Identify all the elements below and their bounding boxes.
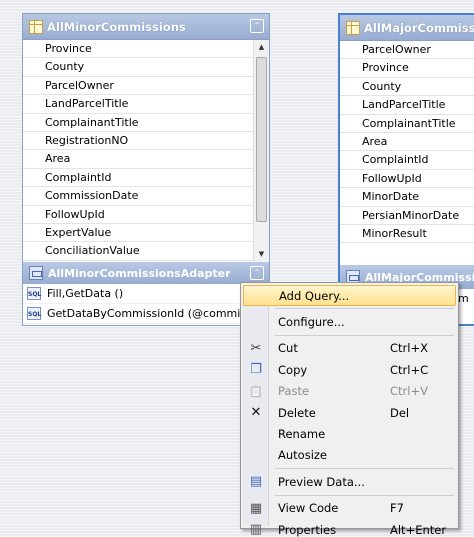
- column-row[interactable]: County: [23, 58, 269, 77]
- column-row[interactable]: ComplainantTitle: [23, 114, 269, 132]
- column-row[interactable]: Area: [340, 133, 474, 152]
- query-row[interactable]: SQL GetDataByCommissionId (@commissi: [23, 304, 269, 324]
- minor-commissions-header[interactable]: AllMinorCommissions ⌃: [23, 14, 269, 39]
- collapse-icon[interactable]: ⌃: [250, 266, 264, 280]
- column-row[interactable]: ParcelOwner: [23, 77, 269, 96]
- scroll-thumb[interactable]: [256, 57, 267, 222]
- menu-item-shortcut: Del: [390, 405, 410, 420]
- menu-item-shortcut: Ctrl+V: [390, 384, 428, 399]
- column-row[interactable]: MinorDate: [340, 188, 474, 207]
- menu-item-shortcut: Ctrl+C: [390, 362, 429, 377]
- menu-item-paste[interactable]: 📋 Paste Ctrl+V: [243, 381, 456, 402]
- menu-item-copy[interactable]: ❐ Copy Ctrl+C: [243, 359, 456, 380]
- column-row[interactable]: ComplaintId: [23, 169, 269, 188]
- sql-query-icon: SQL: [27, 287, 41, 300]
- query-row[interactable]: SQL Fill,GetData (): [23, 284, 269, 304]
- menu-item-add-query[interactable]: Add Query...: [243, 285, 456, 307]
- minor-adapter-title: AllMinorCommissionsAdapter: [48, 266, 231, 280]
- column-row[interactable]: ConciliationValue: [23, 242, 269, 261]
- column-row[interactable]: RegistrationNO: [23, 132, 269, 151]
- menu-item-preview-data[interactable]: ▤ Preview Data...: [243, 471, 456, 492]
- column-row[interactable]: LandParcelTitle: [23, 95, 269, 114]
- menu-item-label: Preview Data...: [278, 474, 365, 489]
- column-row[interactable]: LandParcelTitle: [340, 96, 474, 115]
- column-row[interactable]: ComplainantTitle: [340, 115, 474, 133]
- menu-item-shortcut: Alt+Enter: [390, 522, 447, 537]
- sql-query-icon: SQL: [27, 307, 41, 320]
- menu-item-configure[interactable]: Configure...: [243, 311, 456, 332]
- datatable-icon: [29, 19, 43, 34]
- column-row[interactable]: ComplaintId: [340, 151, 474, 170]
- column-row[interactable]: FollowUpId: [340, 170, 474, 189]
- menu-item-shortcut: Ctrl+X: [390, 341, 428, 356]
- column-row[interactable]: ParcelOwner: [340, 41, 474, 60]
- column-row[interactable]: ExpertValue: [23, 224, 269, 243]
- column-row[interactable]: Province: [340, 59, 474, 78]
- collapse-icon[interactable]: ⌃: [250, 19, 264, 33]
- major-commissions-title: AllMajorCommissio: [364, 20, 474, 35]
- menu-item-shortcut: F7: [390, 501, 404, 516]
- preview-data-icon: ▤: [249, 474, 263, 490]
- menu-item-label: Properties: [278, 522, 337, 537]
- menu-item-cut[interactable]: ✂ Cut Ctrl+X: [243, 338, 456, 359]
- column-row[interactable]: FollowUpId: [23, 206, 269, 224]
- view-code-icon: ▦: [249, 500, 263, 516]
- menu-item-label: Delete: [278, 405, 316, 420]
- minor-commissions-columns: Province County ParcelOwner LandParcelTi…: [23, 39, 269, 262]
- scissors-icon: ✂: [250, 340, 262, 356]
- menu-item-label: Copy: [278, 362, 308, 377]
- scroll-down-icon[interactable]: ▼: [254, 247, 269, 262]
- menu-item-autosize[interactable]: Autosize: [243, 445, 456, 466]
- menu-item-label: View Code: [278, 501, 339, 516]
- query-label: Fill,GetData (): [47, 286, 124, 300]
- menu-item-label: Cut: [278, 341, 298, 356]
- context-menu: Add Query... Configure... ✂ Cut Ctrl+X ❐…: [240, 282, 459, 537]
- minor-commissions-table[interactable]: AllMinorCommissions ⌃ Province County Pa…: [22, 13, 270, 326]
- column-row[interactable]: Province: [23, 40, 269, 59]
- scroll-up-icon[interactable]: ▲: [254, 40, 269, 55]
- menu-item-view-code[interactable]: ▦ View Code F7: [243, 498, 456, 519]
- delete-x-icon: ✕: [250, 405, 262, 421]
- minor-adapter-header[interactable]: AllMinorCommissionsAdapter ⌃: [23, 262, 269, 284]
- menu-item-label: Paste: [278, 384, 310, 399]
- clipboard-icon: 📋: [249, 384, 263, 398]
- query-label-fragment: m: [458, 292, 469, 305]
- properties-icon: ▥: [249, 522, 263, 537]
- datatable-icon: [346, 20, 360, 35]
- major-commissions-table[interactable]: AllMajorCommissio ParcelOwner Province C…: [338, 13, 474, 326]
- column-row[interactable]: MinorResult: [340, 225, 474, 244]
- column-row[interactable]: County: [340, 78, 474, 97]
- major-commissions-header[interactable]: AllMajorCommissio: [340, 15, 474, 40]
- menu-item-label: Configure...: [278, 315, 345, 330]
- copy-icon: ❐: [250, 362, 262, 378]
- minor-commissions-title: AllMinorCommissions: [47, 19, 186, 34]
- menu-item-label: Add Query...: [279, 288, 350, 303]
- vertical-scrollbar[interactable]: ▲ ▼: [253, 40, 269, 262]
- major-commissions-columns: ParcelOwner Province County LandParcelTi…: [340, 40, 474, 265]
- query-label: GetDataByCommissionId (@commissi: [47, 306, 255, 320]
- menu-item-rename[interactable]: Rename: [243, 423, 456, 444]
- column-row[interactable]: CommissionDate: [23, 187, 269, 206]
- column-row[interactable]: PersianMinorDate: [340, 207, 474, 225]
- menu-item-label: Autosize: [278, 448, 327, 463]
- menu-item-delete[interactable]: ✕ Delete Del: [243, 402, 456, 423]
- menu-item-label: Rename: [278, 427, 326, 442]
- tableadapter-icon: [29, 266, 43, 280]
- column-row[interactable]: Area: [23, 150, 269, 169]
- menu-item-properties[interactable]: ▥ Properties Alt+Enter: [243, 519, 456, 537]
